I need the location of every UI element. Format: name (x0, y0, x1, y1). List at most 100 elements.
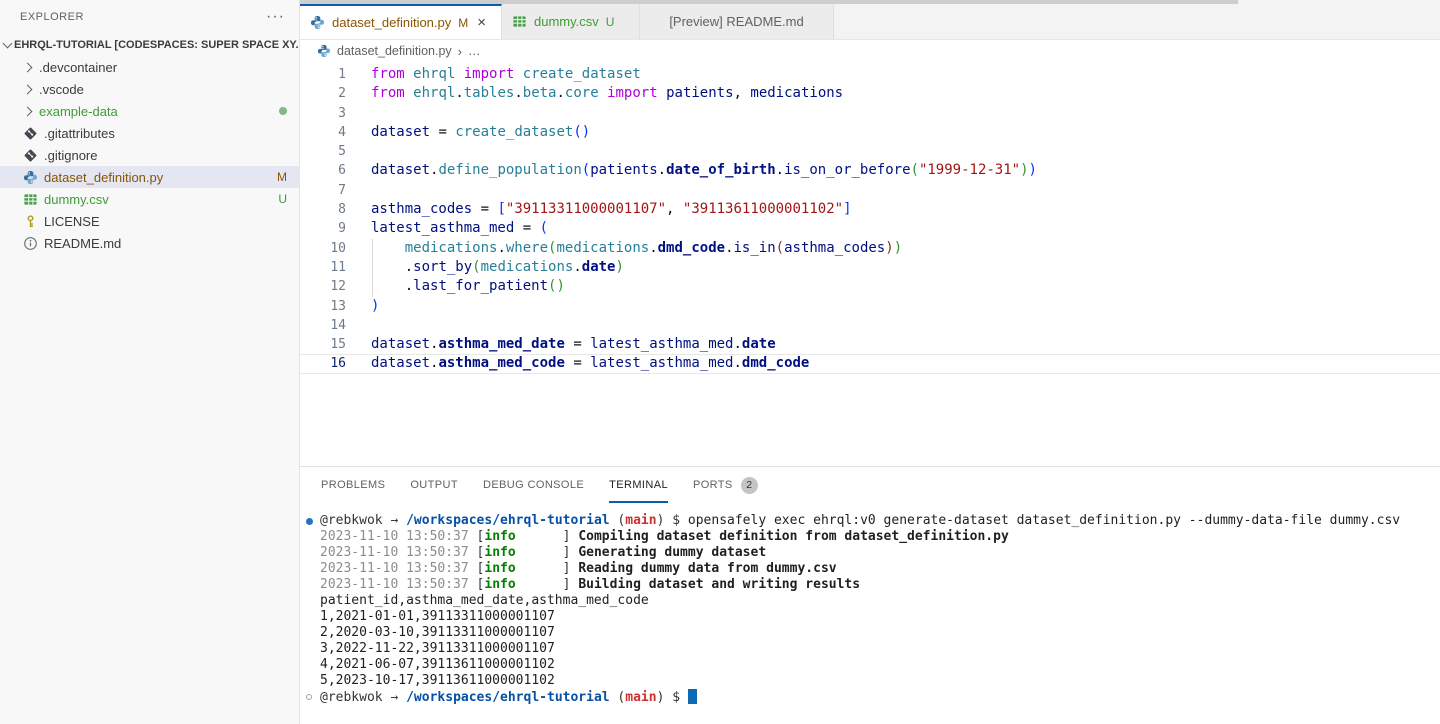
code-text: asthma_codes = ["39113311000001107", "39… (371, 200, 852, 219)
line-number: 8 (300, 200, 346, 219)
terminal-line: @rebkwok → /workspaces/ehrql-tutorial (m… (320, 689, 1440, 706)
tab--preview--readme.md[interactable]: [Preview] README.md (640, 4, 834, 39)
more-actions-icon[interactable]: ··· (266, 8, 285, 26)
file-row-readme.md[interactable]: README.md (0, 232, 299, 254)
tab-git-status-badge: U (606, 15, 615, 29)
code-line[interactable]: 12 .last_for_patient() (300, 277, 1440, 296)
chevron-right-icon (23, 62, 33, 72)
code-text: dataset.define_population(patients.date_… (371, 161, 1037, 180)
file-row-.gitignore[interactable]: .gitignore (0, 144, 299, 166)
line-number: 3 (300, 104, 346, 123)
line-number: 9 (300, 219, 346, 238)
line-number: 14 (300, 316, 346, 335)
terminal-cursor[interactable] (688, 689, 697, 704)
code-line[interactable]: 7 (300, 181, 1440, 200)
line-number: 16 (300, 354, 346, 373)
code-line[interactable]: 11 .sort_by(medications.date) (300, 258, 1440, 277)
panel-tab-output[interactable]: OUTPUT (410, 467, 458, 503)
file-label: .vscode (39, 82, 299, 97)
tab-dummy.csv[interactable]: dummy.csv U (502, 4, 640, 39)
breadcrumb-tail[interactable]: … (468, 44, 481, 58)
terminal-line: 2,2020-03-10,39113311000001107 (320, 625, 1440, 641)
git-status-badge: M (277, 170, 287, 184)
code-text: latest_asthma_med = ( (371, 219, 548, 238)
file-row-.gitattributes[interactable]: .gitattributes (0, 122, 299, 144)
terminal-line: 4,2021-06-07,39113611000001102 (320, 657, 1440, 673)
git-status-badge: U (278, 192, 287, 206)
license-icon (22, 213, 38, 229)
panel-tab-problems[interactable]: PROBLEMS (321, 467, 385, 503)
line-number: 15 (300, 335, 346, 354)
file-label: .devcontainer (39, 60, 299, 75)
panel-tab-ports[interactable]: PORTS2 (693, 467, 758, 503)
command-pending-icon[interactable] (306, 694, 312, 700)
command-decoration-icon[interactable] (306, 518, 313, 525)
code-line[interactable]: 13) (300, 297, 1440, 316)
code-line[interactable]: 5 (300, 142, 1440, 161)
panel-tab-label: DEBUG CONSOLE (483, 479, 584, 491)
file-row-dummy.csv[interactable]: dummy.csvU (0, 188, 299, 210)
line-number: 10 (300, 239, 346, 258)
panel-tab-label: TERMINAL (609, 479, 668, 491)
code-line[interactable]: 1 from ehrql import create_dataset (300, 65, 1440, 84)
python-icon (317, 42, 331, 61)
file-label: LICENSE (44, 214, 299, 229)
file-label: dataset_definition.py (44, 170, 277, 185)
line-number: 5 (300, 142, 346, 161)
code-text: from ehrql.tables.beta.core import patie… (371, 84, 843, 103)
code-line[interactable]: 6dataset.define_population(patients.date… (300, 161, 1440, 180)
code-line[interactable]: 16 dataset.asthma_med_code = latest_asthm… (300, 354, 1440, 373)
breadcrumb[interactable]: dataset_definition.py › … (300, 40, 1440, 62)
explorer-title: EXPLORER (20, 11, 266, 23)
indent-guide (372, 277, 373, 296)
code-line[interactable]: 10 medications.where(medications.dmd_cod… (300, 239, 1440, 258)
breadcrumb-file[interactable]: dataset_definition.py (337, 44, 452, 58)
explorer-sidebar: EXPLORER ··· EHRQL-TUTORIAL [CODESPACES:… (0, 0, 300, 724)
python-icon (310, 15, 326, 31)
file-row-.vscode[interactable]: .vscode (0, 78, 299, 100)
file-tree: .devcontainer .vscode example-data.gitattr… (0, 56, 299, 254)
terminal-line: 3,2022-11-22,39113311000001107 (320, 641, 1440, 657)
terminal-line: 2023-11-10 13:50:37 [info ] Building dat… (320, 577, 1440, 593)
terminal[interactable]: @rebkwok → /workspaces/ehrql-tutorial (m… (300, 503, 1440, 706)
panel-tab-bar: PROBLEMS OUTPUT DEBUG CONSOLE TERMINAL PORTS… (300, 467, 1440, 503)
code-line[interactable]: 2from ehrql.tables.beta.core import pati… (300, 84, 1440, 103)
workspace-root-row[interactable]: EHRQL-TUTORIAL [CODESPACES: SUPER SPACE … (0, 34, 299, 56)
terminal-line: 2023-11-10 13:50:37 [info ] Generating d… (320, 545, 1440, 561)
code-line[interactable]: 14 (300, 316, 1440, 335)
code-line[interactable]: 9 latest_asthma_med = ( (300, 219, 1440, 238)
code-text: .sort_by(medications.date) (371, 258, 624, 277)
terminal-line: 1,2021-01-01,39113311000001107 (320, 609, 1440, 625)
line-number: 1 (300, 65, 346, 84)
python-icon (22, 169, 38, 185)
tab-dataset-definition.py[interactable]: dataset_definition.pyM× (300, 4, 502, 39)
file-row-example-data[interactable]: example-data (0, 100, 299, 122)
close-icon[interactable]: × (477, 15, 486, 30)
chevron-down-icon (3, 39, 13, 49)
tab-label: dataset_definition.py (332, 15, 451, 30)
code-line[interactable]: 3 (300, 104, 1440, 123)
code-line[interactable]: 15dataset.asthma_med_date = latest_asthm… (300, 335, 1440, 354)
tab-label: [Preview] README.md (669, 14, 803, 29)
tab-bar: dataset_definition.pyM× dummy.csv U [Previe… (300, 0, 1440, 40)
code-line[interactable]: 4dataset = create_dataset() (300, 123, 1440, 142)
terminal-line: @rebkwok → /workspaces/ehrql-tutorial (m… (320, 513, 1440, 529)
code-editor[interactable]: 1 from ehrql import create_dataset2from e… (300, 62, 1440, 466)
tab-label: dummy.csv (534, 14, 599, 29)
file-row-.devcontainer[interactable]: .devcontainer (0, 56, 299, 78)
terminal-line: 2023-11-10 13:50:37 [info ] Reading dumm… (320, 561, 1440, 577)
tabbar-scrollbar[interactable] (300, 0, 1238, 4)
file-row-license[interactable]: LICENSE (0, 210, 299, 232)
indent-guide (372, 239, 373, 258)
git-icon (22, 147, 38, 163)
panel-tab-terminal[interactable]: TERMINAL (609, 467, 668, 503)
code-line[interactable]: 8 asthma_codes = ["39113311000001107", "3… (300, 200, 1440, 219)
file-row-dataset-definition.py[interactable]: dataset_definition.pyM (0, 166, 299, 188)
panel-tab-label: OUTPUT (410, 479, 458, 491)
panel-tab-debug-console[interactable]: DEBUG CONSOLE (483, 467, 584, 503)
code-text: from ehrql import create_dataset (371, 65, 641, 84)
code-text: dataset.asthma_med_code = latest_asthma_… (371, 354, 809, 373)
code-text: dataset = create_dataset() (371, 123, 590, 142)
terminal-line: 2023-11-10 13:50:37 [info ] Compiling da… (320, 529, 1440, 545)
terminal-line: patient_id,asthma_med_date,asthma_med_co… (320, 593, 1440, 609)
